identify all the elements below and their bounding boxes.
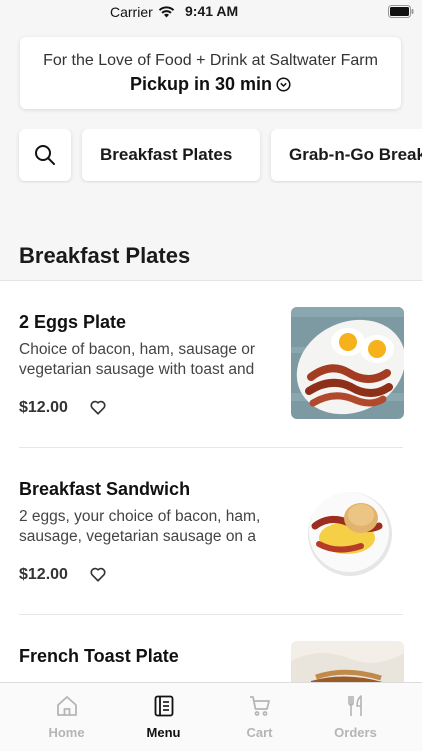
cart-icon (250, 696, 270, 716)
item-price: $12.00 (19, 399, 68, 416)
wifi-icon (158, 6, 175, 18)
category-bar: Breakfast Plates Grab-n-Go Breakfast (0, 129, 422, 183)
home-icon (57, 696, 77, 716)
battery-icon (388, 5, 414, 18)
carrier-label: Carrier (110, 4, 153, 20)
category-chip[interactable]: Grab-n-Go Breakfast (271, 129, 422, 181)
search-button[interactable] (19, 129, 71, 181)
menu-item[interactable]: 2 Eggs Plate Choice of bacon, ham, sausa… (0, 281, 422, 448)
tab-cart[interactable]: Cart (212, 683, 307, 751)
tab-bar: Home Menu Cart Orders (0, 682, 422, 751)
menu-item[interactable]: French Toast Plate (0, 615, 422, 682)
menu-item[interactable]: Breakfast Sandwich 2 eggs, your choice o… (0, 448, 422, 615)
store-name: For the Love of Food + Drink at Saltwate… (43, 52, 378, 69)
item-price: $12.00 (19, 566, 68, 583)
search-icon (35, 145, 55, 165)
fork-knife-icon (348, 695, 362, 716)
store-selector[interactable]: For the Love of Food + Drink at Saltwate… (20, 37, 401, 109)
tab-label: Menu (146, 725, 181, 740)
item-name: Breakfast Sandwich (19, 479, 191, 499)
eggs-plate-image[interactable] (291, 307, 404, 419)
status-bar: Carrier 9:41 AM (0, 0, 422, 24)
clock: 9:41 AM (185, 3, 239, 19)
tab-menu[interactable]: Menu (116, 683, 211, 751)
item-description: Choice of bacon, ham, sausage or vegetar… (19, 341, 256, 378)
item-name: 2 Eggs Plate (19, 312, 127, 332)
tab-orders[interactable]: Orders (308, 683, 403, 751)
section-title: Breakfast Plates (19, 243, 191, 268)
section-header: Breakfast Plates (0, 236, 422, 281)
heart-icon[interactable] (89, 398, 107, 416)
tab-home[interactable]: Home (19, 683, 114, 751)
menu-list: 2 Eggs Plate Choice of bacon, ham, sausa… (0, 281, 422, 682)
chevron-down-icon (276, 77, 291, 92)
pickup-label: Pickup in 30 min (129, 74, 273, 94)
category-chip[interactable]: Breakfast Plates (82, 129, 260, 181)
breakfast-sandwich-image[interactable] (291, 474, 404, 586)
item-description: 2 eggs, your choice of bacon, ham, sausa… (19, 508, 261, 545)
tab-label: Cart (246, 725, 273, 740)
menu-book-icon (154, 695, 174, 717)
tab-label: Home (48, 725, 85, 740)
heart-icon[interactable] (89, 565, 107, 583)
item-name: French Toast Plate (19, 646, 179, 666)
french-toast-image[interactable] (291, 641, 404, 682)
tab-label: Orders (334, 725, 377, 740)
pickup-time: Pickup in 30 min (20, 74, 401, 95)
